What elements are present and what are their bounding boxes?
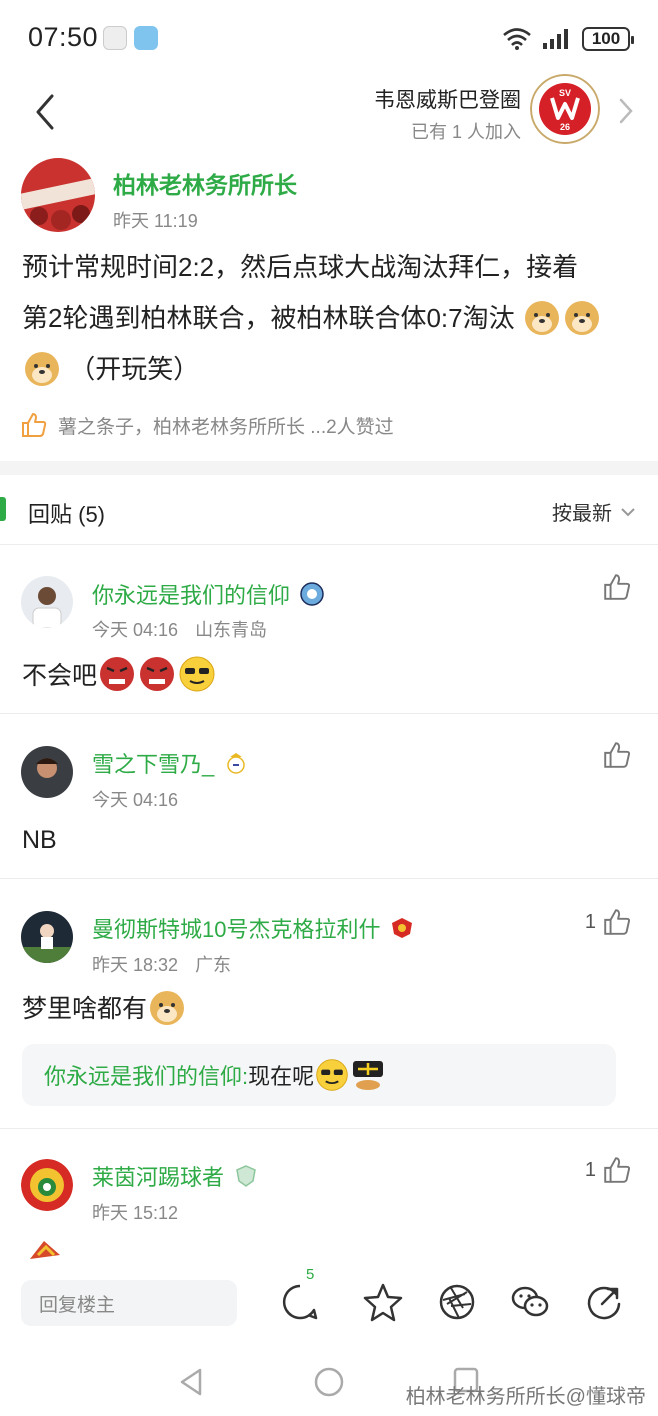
comment-time: 今天 04:16 bbox=[92, 620, 179, 640]
commenter-name[interactable]: 你永远是我们的信仰 bbox=[92, 578, 290, 610]
avatar[interactable] bbox=[21, 158, 95, 232]
forward-chevron-icon[interactable] bbox=[614, 96, 638, 126]
thumbs-up-icon bbox=[604, 909, 631, 935]
post-author[interactable]: 柏林老林务所所长 bbox=[113, 166, 297, 200]
bottom-action-bar: 回复楼主 5 bbox=[0, 1266, 658, 1336]
comment-text: NB bbox=[22, 826, 57, 854]
thumbs-up-icon bbox=[604, 742, 631, 768]
comment-icon[interactable] bbox=[280, 1282, 320, 1322]
qq-icon bbox=[103, 26, 127, 50]
section-divider bbox=[0, 461, 658, 475]
comment-item: 曼彻斯特城10号杰克格拉利什 昨天 18:32 广东 1 梦里啥都有 你永远是我… bbox=[0, 879, 658, 1129]
comment-count-badge: 5 bbox=[306, 1266, 315, 1283]
doge-emoji-icon bbox=[150, 991, 185, 1025]
sunglasses-emoji-icon bbox=[179, 656, 215, 692]
battery-indicator: 100 bbox=[582, 27, 634, 51]
svg-text:26: 26 bbox=[560, 122, 570, 132]
shuang-sticker-icon bbox=[353, 1061, 384, 1090]
status-time: 07:50 bbox=[28, 22, 99, 52]
comment-item: 雪之下雪乃_ 今天 04:16 NB bbox=[0, 714, 658, 879]
comment-time: 今天 04:16 bbox=[92, 790, 179, 810]
star-icon[interactable] bbox=[363, 1282, 403, 1322]
watermark: 柏林老林务所所长@懂球帝 bbox=[405, 1386, 646, 1408]
comment-text: 梦里啥都有 bbox=[22, 995, 148, 1023]
signal-icon bbox=[543, 29, 568, 49]
sub-reply[interactable]: 你永远是我们的信仰: 现在呢 bbox=[22, 1044, 616, 1106]
post-line: （开玩笑） bbox=[69, 354, 200, 384]
like-button[interactable] bbox=[602, 740, 632, 770]
post-body: 预计常规时间2:2，然后点球大战淘汰拜仁，接着 第2轮遇到柏林联合，被柏林联合体… bbox=[22, 242, 642, 395]
avatar[interactable] bbox=[21, 1159, 73, 1211]
post-line-with-emoji: （开玩笑） bbox=[22, 344, 642, 395]
section-accent-bar bbox=[0, 497, 6, 521]
share-icon[interactable] bbox=[584, 1282, 624, 1322]
post-line-with-emoji: 第2轮遇到柏林联合，被柏林联合体0:7淘汰 bbox=[22, 293, 642, 344]
likers-text: 薯之条子，柏林老林务所所长 ...2人赞过 bbox=[58, 416, 394, 438]
comment-text: 不会吧 bbox=[22, 662, 98, 690]
top-nav: 韦恩威斯巴登圈 已有 1 人加入 SV 26 bbox=[0, 74, 658, 148]
commenter-name[interactable]: 曼彻斯特城10号杰克格拉利什 bbox=[92, 912, 380, 944]
wifi-icon bbox=[503, 28, 531, 50]
sort-label: 按最新 bbox=[552, 503, 612, 525]
sub-reply-author[interactable]: 你永远是我们的信仰: bbox=[44, 1059, 248, 1091]
like-button[interactable] bbox=[602, 572, 632, 602]
avatar[interactable] bbox=[21, 911, 73, 963]
circle-logo[interactable]: SV 26 bbox=[530, 74, 600, 144]
shield-badge-icon bbox=[236, 1165, 256, 1187]
comment-item: 你永远是我们的信仰 今天 04:16 山东青岛 不会吧 bbox=[0, 546, 658, 714]
real-madrid-badge-icon bbox=[227, 753, 245, 774]
back-chevron-icon[interactable] bbox=[26, 90, 66, 134]
angry-face-emoji-icon bbox=[100, 657, 135, 691]
commenter-name[interactable]: 雪之下雪乃_ bbox=[92, 747, 214, 779]
doge-emoji-icon bbox=[524, 301, 559, 336]
like-button[interactable]: 1 bbox=[585, 907, 632, 937]
comment-item: 莱茵河踢球者 昨天 15:12 1 bbox=[0, 1129, 658, 1272]
post-time: 昨天 11:19 bbox=[113, 211, 198, 231]
nav-back-icon[interactable] bbox=[176, 1366, 206, 1398]
avatar[interactable] bbox=[21, 576, 73, 628]
svg-text:SV: SV bbox=[559, 88, 571, 98]
reply-input[interactable]: 回复楼主 bbox=[21, 1280, 237, 1326]
circle-name[interactable]: 韦恩威斯巴登圈 bbox=[374, 84, 521, 114]
post-line: 第2轮遇到柏林联合，被柏林联合体0:7淘汰 bbox=[22, 303, 515, 333]
chevron-down-icon bbox=[621, 507, 635, 516]
like-count: 1 bbox=[584, 1158, 596, 1181]
wechat-icon[interactable] bbox=[510, 1282, 550, 1322]
circle-members: 已有 1 人加入 bbox=[410, 122, 521, 142]
sort-dropdown[interactable]: 按最新 bbox=[552, 497, 636, 526]
thumbs-up-icon bbox=[22, 413, 47, 437]
replies-title: 回贴 (5) bbox=[28, 502, 106, 527]
commenter-name[interactable]: 莱茵河踢球者 bbox=[92, 1160, 224, 1192]
like-count: 1 bbox=[584, 910, 596, 933]
post-line: 预计常规时间2:2，然后点球大战淘汰拜仁，接着 bbox=[22, 252, 579, 282]
doge-emoji-icon bbox=[25, 352, 59, 387]
comment-time: 昨天 15:12 bbox=[92, 1203, 179, 1223]
aperture-icon[interactable] bbox=[437, 1282, 477, 1322]
like-button[interactable]: 1 bbox=[585, 1155, 632, 1185]
man-city-badge-icon bbox=[300, 582, 324, 606]
status-bar: 07:50 100 bbox=[0, 0, 658, 78]
doge-emoji-icon bbox=[564, 301, 599, 336]
avatar[interactable] bbox=[21, 746, 73, 798]
sub-reply-text: 现在呢 bbox=[248, 1064, 315, 1089]
comment-time: 昨天 18:32 bbox=[92, 955, 179, 975]
likers-row[interactable]: 薯之条子，柏林老林务所所长 ...2人赞过 bbox=[20, 408, 394, 442]
replies-header: 回贴 (5) 按最新 bbox=[0, 475, 658, 545]
weather-icon bbox=[134, 26, 158, 50]
sunglasses-emoji-icon bbox=[316, 1059, 348, 1091]
guangzhou-badge-icon bbox=[392, 918, 413, 938]
sticker-partial-icon bbox=[30, 1241, 60, 1259]
thumbs-up-icon bbox=[604, 574, 631, 600]
comment-location: 山东青岛 bbox=[195, 620, 268, 640]
angry-face-emoji-icon bbox=[140, 657, 175, 691]
nav-home-icon[interactable] bbox=[313, 1366, 345, 1398]
thumbs-up-icon bbox=[604, 1157, 631, 1183]
comment-location: 广东 bbox=[195, 955, 232, 975]
